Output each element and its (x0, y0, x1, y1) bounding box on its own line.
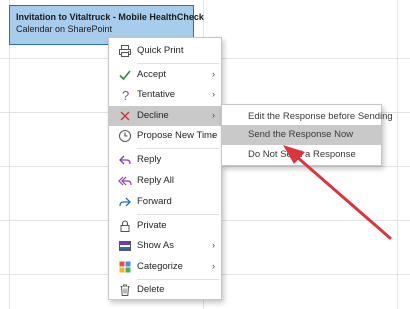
chevron-right-icon: › (212, 69, 215, 79)
appointment-subtitle: Calendar on SharePoint (16, 24, 113, 34)
menu-item-label: Delete (137, 284, 165, 295)
menu-item-categorize[interactable]: Categorize › (109, 257, 221, 277)
menu-item-label: Quick Print (137, 45, 184, 56)
categorize-icon (117, 259, 133, 275)
grid-line (9, 0, 10, 309)
menu-item-delete[interactable]: Delete (109, 280, 221, 300)
submenu-item-edit-response[interactable]: Edit the Response before Sending (222, 107, 393, 127)
submenu-item-send-now[interactable]: Send the Response Now (222, 125, 381, 145)
grid-line (397, 0, 398, 309)
menu-item-reply[interactable]: Reply (109, 150, 221, 170)
menu-item-quick-print[interactable]: Quick Print (109, 41, 221, 61)
decline-submenu: Edit the Response before Sending Send th… (221, 104, 393, 166)
chevron-right-icon: › (212, 240, 215, 250)
trash-icon (117, 282, 133, 298)
submenu-item-label: Edit the Response before Sending (248, 111, 393, 122)
menu-item-label: Propose New Time (137, 130, 218, 141)
chevron-right-icon: › (212, 110, 215, 120)
menu-item-reply-all[interactable]: Reply All (109, 171, 221, 191)
checkmark-icon (117, 67, 133, 83)
menu-separator (137, 63, 219, 64)
menu-item-label: Private (137, 220, 167, 231)
submenu-item-do-not-send[interactable]: Do Not Send a Response (222, 145, 381, 165)
menu-item-label: Accept (137, 69, 167, 80)
question-mark-icon: ? (117, 87, 133, 103)
appointment-title: Invitation to Vitaltruck - Mobile Health… (16, 12, 204, 22)
menu-item-private[interactable]: Private (109, 216, 221, 236)
submenu-item-label: Do Not Send a Response (248, 149, 356, 160)
clock-icon (117, 128, 133, 144)
menu-item-label: Decline (137, 110, 169, 121)
context-menu: Quick Print Accept › ? Tentative › Decli… (108, 37, 222, 300)
printer-icon (117, 43, 133, 59)
menu-item-label: Forward (137, 196, 172, 207)
menu-item-label: Reply (137, 154, 162, 165)
menu-item-label: Tentative (137, 89, 176, 100)
menu-item-label: Reply All (137, 175, 174, 186)
chevron-right-icon: › (212, 261, 215, 271)
reply-all-icon (117, 173, 133, 189)
menu-separator (137, 148, 219, 149)
svg-text:?: ? (122, 88, 129, 102)
menu-item-decline[interactable]: Decline › (109, 106, 221, 126)
menu-item-tentative[interactable]: ? Tentative › (109, 85, 221, 105)
lock-icon (117, 218, 133, 234)
menu-item-propose-new-time[interactable]: Propose New Time › (109, 126, 221, 146)
menu-item-accept[interactable]: Accept › (109, 65, 221, 85)
menu-separator (137, 214, 219, 215)
submenu-item-label: Send the Response Now (248, 129, 354, 140)
show-as-icon (117, 238, 133, 254)
chevron-right-icon: › (212, 89, 215, 99)
forward-icon (117, 194, 133, 210)
menu-item-label: Categorize (137, 261, 183, 272)
menu-item-forward[interactable]: Forward (109, 192, 221, 212)
menu-item-show-as[interactable]: Show As › (109, 236, 221, 256)
reply-icon (117, 152, 133, 168)
menu-item-label: Show As (137, 240, 174, 251)
chevron-right-icon: › (212, 130, 215, 140)
x-icon (117, 108, 133, 124)
